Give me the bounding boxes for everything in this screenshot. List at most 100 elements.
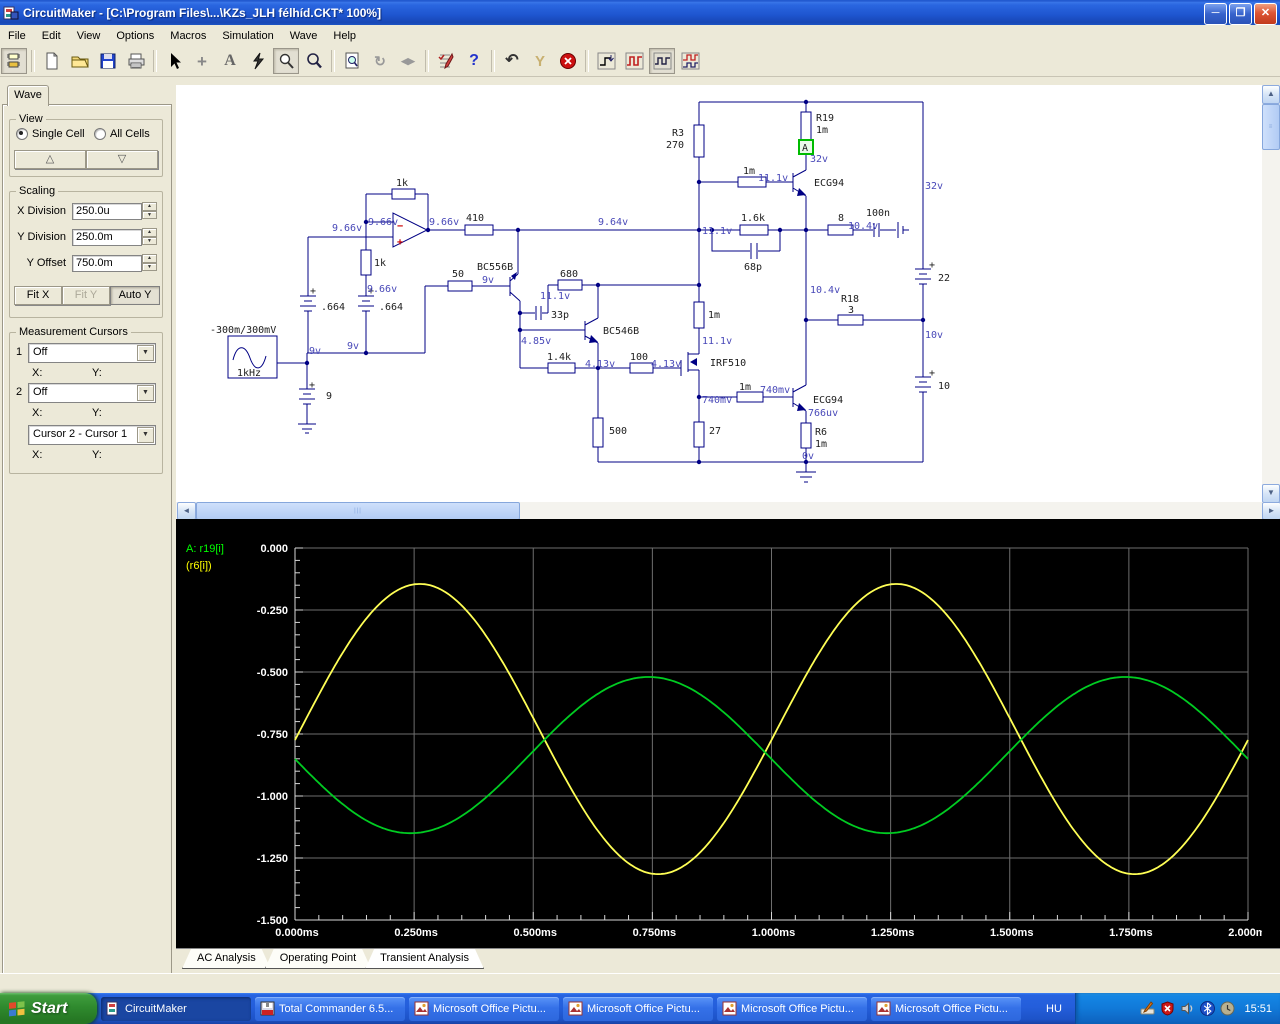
restore-button[interactable]: ❐ <box>1229 3 1252 25</box>
resistor-1k[interactable] <box>360 249 372 276</box>
volume-icon[interactable] <box>1180 1001 1195 1016</box>
chevron-down-icon[interactable]: ▼ <box>137 345 154 361</box>
start-button[interactable]: Start <box>0 993 97 1024</box>
language-indicator[interactable]: HU <box>1039 1003 1069 1015</box>
resistor-r6-1m[interactable] <box>800 422 812 449</box>
schematic-canvas[interactable]: -300m/300mV 1kHz 9 .664 .664 + + + + +1k 1k 410 50 BC… <box>176 85 1262 502</box>
help-button[interactable]: ? <box>461 48 487 74</box>
schematic-vscrollbar[interactable]: ▲ ≡ ▼ <box>1262 85 1280 503</box>
select-arrow-button[interactable] <box>161 48 187 74</box>
menu-options[interactable]: Options <box>108 28 162 44</box>
hscroll-thumb[interactable]: ||| <box>196 502 520 520</box>
new-file-button[interactable] <box>39 48 65 74</box>
schematic-hscrollbar[interactable]: ◄ ||| ► <box>176 502 1280 520</box>
resistor-410[interactable] <box>464 224 494 236</box>
resistor-r3-270[interactable] <box>693 124 705 158</box>
analog-waveform-button[interactable] <box>649 48 675 74</box>
probe-y-button[interactable]: Y <box>527 48 553 74</box>
rotate-button[interactable]: ↻ <box>367 48 393 74</box>
cell-up-button[interactable]: △ <box>14 150 86 169</box>
resistor-1k-feedback[interactable] <box>391 188 416 200</box>
resistor-r19-1m[interactable] <box>800 111 812 141</box>
chevron-down-icon[interactable]: ▼ <box>137 385 154 401</box>
pen-tablet-icon[interactable] <box>1140 1001 1155 1016</box>
cursor2-select[interactable]: Off ▼ <box>28 383 156 403</box>
stop-simulation-button[interactable] <box>555 48 581 74</box>
scroll-down-arrow[interactable]: ▼ <box>1262 484 1280 503</box>
text-tool-button[interactable]: A <box>217 48 243 74</box>
save-button[interactable] <box>95 48 121 74</box>
system-tray: 15:51 <box>1075 993 1280 1024</box>
menu-simulation[interactable]: Simulation <box>214 28 281 44</box>
radio-all-cells-dot[interactable] <box>94 128 106 140</box>
taskbar-task-total-commander[interactable]: Total Commander 6.5... <box>255 996 405 1021</box>
tab-wave[interactable]: Wave <box>7 85 49 106</box>
parts-browser-button[interactable] <box>1 48 27 74</box>
y-division-spinner[interactable]: ▲ ▼ <box>142 228 157 245</box>
antivirus-shield-icon[interactable] <box>1160 1001 1175 1016</box>
cell-down-button[interactable]: ▽ <box>86 150 158 169</box>
cursor1-select[interactable]: Off ▼ <box>28 343 156 363</box>
x-division-input[interactable]: 250.0u <box>72 203 142 220</box>
open-file-button[interactable] <box>67 48 93 74</box>
mirror-button[interactable]: ◀▶ <box>395 48 421 74</box>
taskbar-task-office-picture-1[interactable]: Microsoft Office Pictu... <box>409 996 559 1021</box>
edit-simulation-button[interactable] <box>433 48 459 74</box>
tab-operating-point[interactable]: Operating Point <box>265 949 371 969</box>
radio-single-cell[interactable]: Single Cell <box>16 128 85 140</box>
scroll-right-arrow[interactable]: ► <box>1262 502 1280 520</box>
taskbar-task-circuitmaker[interactable]: CircuitMaker <box>101 996 251 1021</box>
resistor-500[interactable] <box>592 417 604 448</box>
scroll-left-arrow[interactable]: ◄ <box>177 502 196 520</box>
menu-help[interactable]: Help <box>325 28 364 44</box>
minimize-button[interactable]: ─ <box>1204 3 1227 25</box>
menu-macros[interactable]: Macros <box>162 28 214 44</box>
bluetooth-icon[interactable] <box>1200 1001 1216 1016</box>
chevron-down-icon[interactable]: ▼ <box>137 427 154 443</box>
vscroll-thumb[interactable]: ≡ <box>1262 104 1280 150</box>
zoom-tool-button[interactable] <box>273 48 299 74</box>
fit-y-button[interactable]: Fit Y <box>62 286 110 305</box>
menu-file[interactable]: File <box>0 28 34 44</box>
tab-ac-analysis[interactable]: AC Analysis <box>182 949 271 969</box>
digital-waveform-button[interactable] <box>621 48 647 74</box>
taskbar-task-office-picture-2[interactable]: Microsoft Office Pictu... <box>563 996 713 1021</box>
y-division-input[interactable]: 250.0m <box>72 229 142 246</box>
probe-tool-button[interactable] <box>245 48 271 74</box>
taskbar-task-office-picture-3[interactable]: Microsoft Office Pictu... <box>717 996 867 1021</box>
resistor-1.4k[interactable] <box>547 362 576 374</box>
fit-x-button[interactable]: Fit X <box>14 286 62 305</box>
resistor-1m-drain[interactable] <box>693 301 705 329</box>
resistor-1.6k[interactable] <box>739 224 769 236</box>
auto-y-button[interactable]: Auto Y <box>110 286 160 305</box>
waveform-panel[interactable]: A: r19[i] (r6[i]) 0.000 -0.250 -0.500 -0.750… <box>176 519 1280 948</box>
scheduler-clock-icon[interactable] <box>1220 1001 1235 1016</box>
voltage-label: 32v <box>925 181 943 192</box>
mixed-waveform-button[interactable] <box>677 48 703 74</box>
wire-tool-button[interactable]: + <box>189 48 215 74</box>
resistor-r18-3[interactable] <box>837 314 864 326</box>
step-waveform-button[interactable] <box>593 48 619 74</box>
print-button[interactable] <box>123 48 149 74</box>
print-preview-button[interactable] <box>339 48 365 74</box>
cursor-diff-select[interactable]: Cursor 2 - Cursor 1 ▼ <box>28 425 156 445</box>
radio-single-cell-dot[interactable] <box>16 128 28 140</box>
menu-wave[interactable]: Wave <box>282 28 326 44</box>
close-button[interactable]: ✕ <box>1254 3 1277 25</box>
scroll-up-arrow[interactable]: ▲ <box>1262 85 1280 104</box>
x-division-spinner[interactable]: ▲ ▼ <box>142 202 157 219</box>
resistor-50[interactable] <box>447 280 473 292</box>
office-picture-icon <box>876 1001 891 1016</box>
resistor-680[interactable] <box>557 279 583 291</box>
y-offset-input[interactable]: 750.0m <box>72 255 142 272</box>
reset-button[interactable]: ↶ <box>499 48 525 74</box>
y-offset-spinner[interactable]: ▲ ▼ <box>142 254 157 271</box>
radio-all-cells[interactable]: All Cells <box>94 128 150 140</box>
tab-transient-analysis[interactable]: Transient Analysis <box>365 949 484 969</box>
taskbar-task-office-picture-4[interactable]: Microsoft Office Pictu... <box>871 996 1021 1021</box>
zoom-area-button[interactable] <box>301 48 327 74</box>
resistor-27[interactable] <box>693 421 705 448</box>
menu-view[interactable]: View <box>69 28 109 44</box>
resistor-100[interactable] <box>629 362 654 374</box>
menu-edit[interactable]: Edit <box>34 28 69 44</box>
